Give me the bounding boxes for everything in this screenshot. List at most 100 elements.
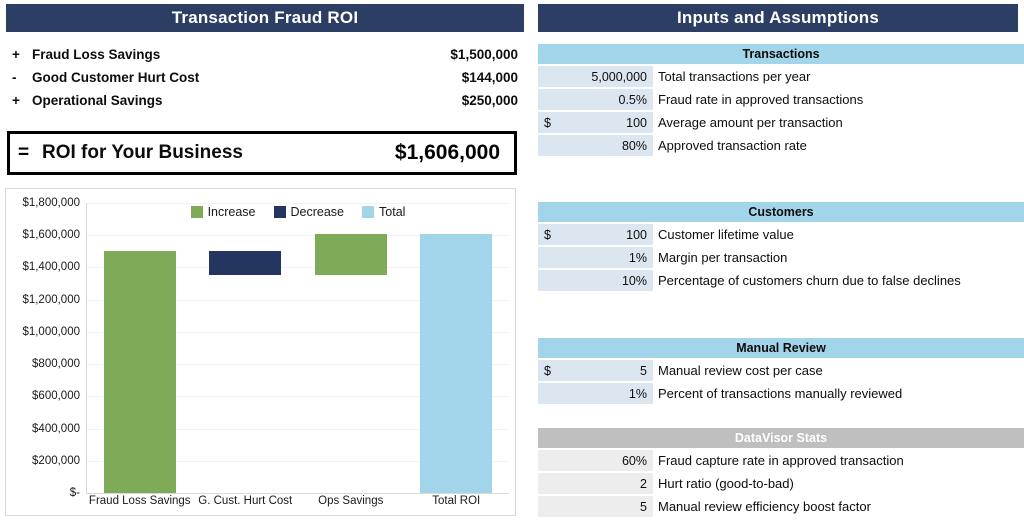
- assumption-row: 60% Fraud capture rate in approved transa…: [538, 450, 1024, 471]
- chart-y-tick-label: $400,000: [32, 422, 80, 435]
- assumption-value: 100: [626, 115, 647, 130]
- assumption-value-input[interactable]: 80%: [538, 135, 653, 156]
- assumption-value: 10%: [621, 273, 647, 288]
- assumption-description: Hurt ratio (good-to-bad): [658, 476, 794, 491]
- chart-plot-area: [87, 203, 509, 493]
- assumption-value-input[interactable]: 60%: [538, 450, 653, 471]
- assumption-row: 80% Approved transaction rate: [538, 135, 1024, 156]
- section-header: Customers: [538, 202, 1024, 222]
- roi-sign: +: [12, 93, 20, 108]
- assumption-value-input[interactable]: 5: [538, 496, 653, 517]
- roi-line-item: + Operational Savings $250,000: [8, 89, 522, 112]
- assumption-value: 5: [640, 363, 647, 378]
- assumption-value: 1%: [628, 250, 647, 265]
- chart-y-tick-label: $-: [69, 487, 80, 499]
- legend-label: Increase: [207, 205, 256, 219]
- assumption-section: DataVisor Stats 60% Fraud capture rate in …: [538, 428, 1024, 517]
- roi-total-sign: =: [18, 142, 30, 163]
- assumption-value: 5,000,000: [591, 69, 647, 84]
- chart-y-tick-label: $1,800,000: [22, 197, 80, 209]
- section-header: Transactions: [538, 44, 1024, 64]
- assumption-description: Total transactions per year: [658, 69, 811, 84]
- assumption-value-input[interactable]: 1%: [538, 247, 653, 268]
- chart-y-axis-labels: $1,800,000 $1,600,000 $1,400,000 $1,200,000…: [6, 189, 86, 515]
- roi-amount: $250,000: [461, 93, 518, 108]
- assumption-value: 100: [626, 227, 647, 242]
- assumption-section: Customers $100 Customer lifetime value 1% Ma…: [538, 202, 1024, 291]
- assumption-value-input[interactable]: $100: [538, 112, 653, 133]
- assumption-value: 0.5%: [618, 92, 648, 107]
- roi-breakdown-list: + Fraud Loss Savings $1,500,000 - Good C…: [8, 43, 522, 112]
- legend-label: Total: [379, 205, 406, 219]
- chart-legend-item: Decrease: [273, 205, 345, 219]
- assumption-row: 1% Percent of transactions manually revie…: [538, 383, 1024, 404]
- legend-label: Decrease: [290, 205, 345, 219]
- roi-label: Fraud Loss Savings: [32, 47, 161, 62]
- chart-x-tick-label: Ops Savings: [318, 495, 384, 507]
- roi-total-box: = ROI for Your Business $1,606,000: [7, 131, 517, 175]
- assumption-row: $5 Manual review cost per case: [538, 360, 1024, 381]
- roi-sign: -: [12, 70, 17, 85]
- left-panel: Transaction Fraud ROI + Fraud Loss Savin…: [0, 0, 526, 523]
- chart-x-tick-label: Total ROI: [432, 495, 481, 507]
- assumption-description: Fraud rate in approved transactions: [658, 92, 864, 107]
- assumption-description: Approved transaction rate: [658, 138, 807, 153]
- assumption-description: Average amount per transaction: [658, 115, 843, 130]
- assumption-value-input[interactable]: 5,000,000: [538, 66, 653, 87]
- assumption-row: $100 Average amount per transaction: [538, 112, 1024, 133]
- chart-y-tick-label: $1,400,000: [22, 261, 80, 274]
- chart-legend: Increase Decrease Total: [87, 205, 509, 219]
- chart-y-tick-label: $1,200,000: [22, 293, 80, 306]
- assumption-section: Manual Review $5 Manual review cost per ca…: [538, 338, 1024, 404]
- assumption-value: 60%: [621, 453, 647, 468]
- section-header: Manual Review: [538, 338, 1024, 358]
- roi-calculator-page: Transaction Fraud ROI + Fraud Loss Savin…: [0, 0, 1024, 523]
- assumption-row: 5,000,000 Total transactions per year: [538, 66, 1024, 87]
- assumption-row: $100 Customer lifetime value: [538, 224, 1024, 245]
- chart-y-tick-label: $200,000: [32, 454, 80, 467]
- chart-y-tick-label: $800,000: [32, 358, 80, 371]
- section-header: DataVisor Stats: [538, 428, 1024, 448]
- assumption-section: Transactions 5,000,000 Total transactions …: [538, 44, 1024, 156]
- roi-label: Operational Savings: [32, 93, 163, 108]
- inputs-and-assumptions-title: Inputs and Assumptions: [538, 4, 1018, 32]
- assumption-value-input[interactable]: $5: [538, 360, 653, 381]
- chart-legend-item: Total: [362, 205, 405, 219]
- legend-swatch-icon: [190, 206, 203, 218]
- chart-x-tick-label: Fraud Loss Savings: [88, 495, 191, 507]
- chart-y-tick-label: $1,600,000: [22, 229, 80, 242]
- currency-symbol: $: [544, 227, 551, 242]
- assumption-description: Fraud capture rate in approved transacti…: [658, 453, 904, 468]
- chart-bar: [420, 234, 493, 493]
- assumption-value: 80%: [621, 138, 647, 153]
- chart-bar: [103, 251, 176, 493]
- legend-swatch-icon: [362, 206, 375, 218]
- assumption-description: Percent of transactions manually reviewe…: [658, 386, 903, 401]
- roi-amount: $1,500,000: [450, 47, 518, 62]
- currency-symbol: $: [544, 115, 551, 130]
- legend-swatch-icon: [273, 206, 286, 218]
- assumption-value-input[interactable]: 2: [538, 473, 653, 494]
- assumption-value-input[interactable]: 0.5%: [538, 89, 653, 110]
- assumption-description: Manual review cost per case: [658, 363, 823, 378]
- assumption-value-input[interactable]: 1%: [538, 383, 653, 404]
- assumption-value: 5: [640, 499, 647, 514]
- assumption-row: 5 Manual review efficiency boost factor: [538, 496, 1024, 517]
- roi-line-item: - Good Customer Hurt Cost $144,000: [8, 66, 522, 89]
- roi-total-label: ROI for Your Business: [42, 142, 243, 163]
- chart-x-tick-label: G. Cust. Hurt Cost: [198, 495, 293, 507]
- chart-y-tick-label: $1,000,000: [22, 325, 80, 338]
- roi-sign: +: [12, 47, 20, 62]
- roi-total-amount: $1,606,000: [394, 141, 500, 164]
- chart-bar: [209, 251, 282, 275]
- assumption-description: Manual review efficiency boost factor: [658, 499, 871, 514]
- chart-x-axis-labels: Fraud Loss Savings G. Cust. Hurt Cost Ops …: [87, 495, 509, 515]
- assumption-row: 1% Margin per transaction: [538, 247, 1024, 268]
- assumption-value-input[interactable]: 10%: [538, 270, 653, 291]
- assumption-description: Customer lifetime value: [658, 227, 794, 242]
- assumption-value-input[interactable]: $100: [538, 224, 653, 245]
- assumption-value: 1%: [628, 386, 647, 401]
- roi-amount: $144,000: [461, 70, 518, 85]
- chart-x-axis-line: [86, 493, 509, 494]
- currency-symbol: $: [544, 363, 551, 378]
